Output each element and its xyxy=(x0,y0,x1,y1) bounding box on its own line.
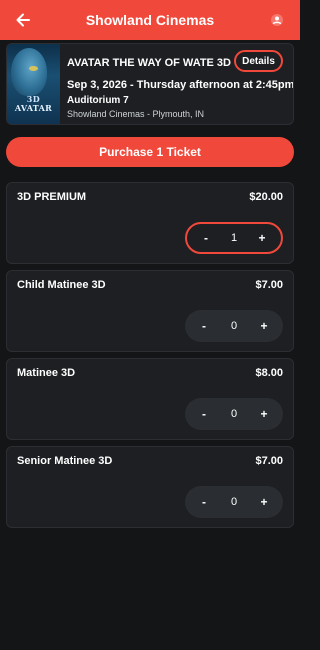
quantity-value: 0 xyxy=(230,320,238,332)
increment-button[interactable]: + xyxy=(255,493,273,511)
decrement-button[interactable]: - xyxy=(195,493,213,511)
venue-text: Showland Cinemas - Plymouth, IN xyxy=(67,109,205,119)
increment-button[interactable]: + xyxy=(255,317,273,335)
app-header: Showland Cinemas xyxy=(0,0,300,40)
ticket-type-card: 3D PREMIUM $20.00 - 1 + xyxy=(6,182,294,264)
quantity-value: 1 xyxy=(230,232,238,244)
details-button[interactable]: Details xyxy=(234,50,283,72)
ticket-type-card: Senior Matinee 3D $7.00 - 0 + xyxy=(6,446,294,528)
ticket-type-name: Senior Matinee 3D xyxy=(17,455,113,467)
quantity-stepper: - 0 + xyxy=(185,310,283,342)
increment-button[interactable]: + xyxy=(253,229,271,247)
back-button[interactable] xyxy=(14,11,32,29)
ticket-type-name: Matinee 3D xyxy=(17,367,76,379)
ticket-type-price: $8.00 xyxy=(255,367,283,379)
decrement-button[interactable]: - xyxy=(195,317,213,335)
ticket-type-price: $7.00 xyxy=(255,455,283,467)
decrement-button[interactable]: - xyxy=(195,405,213,423)
poster-eye xyxy=(29,66,38,71)
page-title: Showland Cinemas xyxy=(85,12,215,28)
auditorium-text: Auditorium 7 xyxy=(67,95,129,106)
account-button[interactable] xyxy=(270,13,284,27)
ticket-type-price: $20.00 xyxy=(249,191,283,203)
ticket-type-card: Child Matinee 3D $7.00 - 0 + xyxy=(6,270,294,352)
ticket-type-name: Child Matinee 3D xyxy=(17,279,106,291)
quantity-stepper: - 1 + xyxy=(185,222,283,254)
quantity-stepper: - 0 + xyxy=(185,486,283,518)
showtime-text: Sep 3, 2026 - Thursday afternoon at 2:45… xyxy=(67,79,294,91)
ticket-type-card: Matinee 3D $8.00 - 0 + xyxy=(6,358,294,440)
ticket-type-name: 3D PREMIUM xyxy=(17,191,87,203)
ticket-type-price: $7.00 xyxy=(255,279,283,291)
movie-title: AVATAR THE WAY OF WATE 3D xyxy=(67,57,231,69)
arrow-left-icon xyxy=(16,13,30,27)
decrement-button[interactable]: - xyxy=(197,229,215,247)
quantity-value: 0 xyxy=(230,496,238,508)
account-circle-icon xyxy=(271,14,283,26)
purchase-button[interactable]: Purchase 1 Ticket xyxy=(6,137,294,167)
movie-info-card: 3D AVATAR AVATAR THE WAY OF WATE 3D Deta… xyxy=(6,43,294,125)
poster-title: AVATAR xyxy=(14,103,53,113)
movie-poster: 3D AVATAR xyxy=(7,44,60,124)
increment-button[interactable]: + xyxy=(255,405,273,423)
poster-artwork xyxy=(11,48,47,96)
quantity-stepper: - 0 + xyxy=(185,398,283,430)
quantity-value: 0 xyxy=(230,408,238,420)
